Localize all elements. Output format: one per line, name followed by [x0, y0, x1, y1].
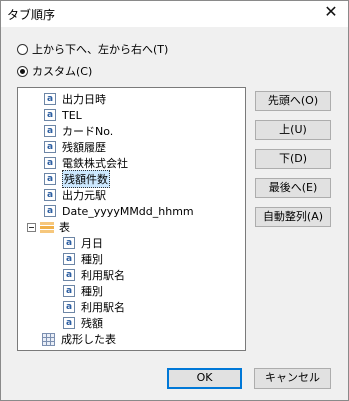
tree-item-label: 表: [59, 221, 70, 234]
tree-item-table[interactable]: 表: [27, 219, 70, 235]
tree-item-label: 残額件数: [62, 170, 110, 188]
text-field-icon: a: [63, 301, 75, 313]
title-bar: タブ順序 ✕: [1, 1, 348, 27]
tree-item-label: 成形した表: [61, 333, 116, 346]
dialog-title: タブ順序: [7, 8, 56, 22]
move-down-button[interactable]: 下(D): [255, 149, 331, 169]
ok-button[interactable]: OK: [167, 368, 242, 389]
text-field-icon: a: [63, 285, 75, 297]
tab-order-tree[interactable]: a 出力日時 a TEL a カードNo. a 残額履歴 a 電鉄株式会社 a …: [17, 87, 246, 351]
tree-item[interactable]: a 出力日時: [44, 91, 106, 107]
tree-item-selected[interactable]: a 残額件数: [44, 170, 110, 188]
text-field-icon: a: [44, 205, 56, 217]
tree-item[interactable]: a 出力元駅: [44, 187, 106, 203]
cancel-button[interactable]: キャンセル: [254, 368, 331, 389]
radio-custom[interactable]: カスタム(C): [17, 63, 92, 79]
tree-item[interactable]: 成形した表: [42, 331, 116, 347]
table-icon: [40, 221, 54, 233]
tab-order-dialog: タブ順序 ✕ 上から下へ、左から右へ(T) カスタム(C) a 出力日時 a T…: [0, 0, 349, 401]
tree-item-label: TEL: [62, 108, 82, 122]
tree-item-label: 利用駅名: [81, 301, 125, 314]
tree-item[interactable]: a 残額履歴: [44, 139, 106, 155]
tree-item-label: 利用駅名: [81, 269, 125, 282]
tree-item[interactable]: a 利用駅名: [63, 267, 125, 283]
text-field-icon: a: [44, 93, 56, 105]
tree-item-label: 月日: [81, 237, 103, 250]
tree-item-label: 出力元駅: [62, 189, 106, 202]
tree-item[interactable]: a 種別: [63, 251, 103, 267]
text-field-icon: a: [63, 269, 75, 281]
tree-item[interactable]: a 利用駅名: [63, 299, 125, 315]
collapse-icon[interactable]: [27, 222, 36, 232]
tree-item[interactable]: a Date_yyyyMMdd_hhmm: [44, 203, 194, 219]
tree-item-label: 出力日時: [62, 93, 106, 106]
tree-item[interactable]: a 電鉄株式会社: [44, 155, 128, 171]
grid-table-icon: [42, 332, 55, 346]
tree-item-label: 電鉄株式会社: [62, 157, 128, 170]
text-field-icon: a: [44, 125, 56, 137]
text-field-icon: a: [44, 157, 56, 169]
close-icon[interactable]: ✕: [322, 3, 340, 21]
tree-item[interactable]: a TEL: [44, 107, 82, 123]
text-field-icon: a: [63, 317, 75, 329]
tree-item-label: カードNo.: [62, 125, 114, 138]
tree-item-label: 種別: [81, 285, 103, 298]
text-field-icon: a: [44, 189, 56, 201]
tree-item-label: 残額履歴: [62, 141, 106, 154]
tree-item-label: Date_yyyyMMdd_hhmm: [62, 204, 194, 218]
text-field-icon: a: [63, 253, 75, 265]
radio-unselected-icon[interactable]: [17, 43, 28, 55]
text-field-icon: a: [44, 109, 56, 121]
radio-top-to-bottom[interactable]: 上から下へ、左から右へ(T): [17, 41, 168, 57]
auto-arrange-button[interactable]: 自動整列(A): [255, 207, 331, 227]
tree-item[interactable]: a 月日: [63, 235, 103, 251]
text-field-icon: a: [63, 237, 75, 249]
move-to-bottom-button[interactable]: 最後へ(E): [255, 178, 331, 198]
move-to-top-button[interactable]: 先頭へ(O): [255, 91, 331, 111]
text-field-icon: a: [44, 173, 56, 185]
move-up-button[interactable]: 上(U): [255, 120, 331, 140]
text-field-icon: a: [44, 141, 56, 153]
tree-item[interactable]: a カードNo.: [44, 123, 113, 139]
tree-item-label: 種別: [81, 253, 103, 266]
tree-item[interactable]: a 残額: [63, 315, 103, 331]
radio-custom-label: カスタム(C): [32, 65, 93, 78]
radio-top-to-bottom-label: 上から下へ、左から右へ(T): [32, 43, 169, 56]
radio-selected-icon[interactable]: [17, 65, 28, 77]
tree-item-label: 残額: [81, 317, 103, 330]
tree-item[interactable]: a 種別: [63, 283, 103, 299]
